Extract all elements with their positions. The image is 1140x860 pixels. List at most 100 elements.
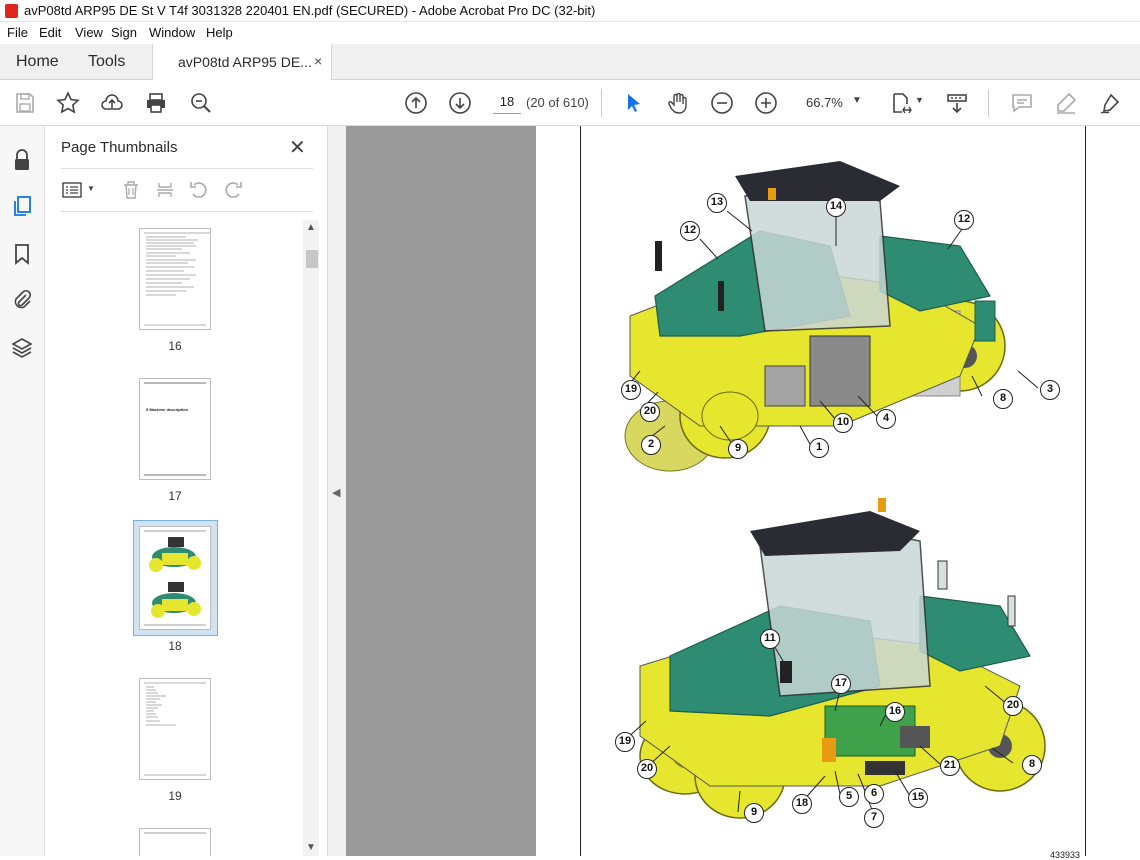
scrollbar-thumb[interactable] bbox=[306, 250, 318, 268]
callout-label: 15 bbox=[908, 788, 928, 808]
thumbnail-text-preview bbox=[144, 682, 206, 776]
tab-document[interactable]: avP08td ARP95 DE... × bbox=[152, 44, 332, 81]
delete-page-icon[interactable] bbox=[120, 179, 142, 201]
thumbnail-text-preview bbox=[144, 232, 210, 326]
zoom-dropdown-chevron-icon[interactable]: ▼ bbox=[852, 95, 862, 106]
zoom-level-select[interactable]: 66.7% bbox=[806, 95, 843, 110]
callout-label: 1 bbox=[809, 438, 829, 458]
thumbnail-options-icon[interactable] bbox=[61, 179, 83, 201]
toolbar: (20 of 610) 66.7% ▼ ▼ bbox=[0, 80, 1140, 126]
hand-tool-icon[interactable] bbox=[666, 91, 690, 115]
thumbnail-toolbar: ▼ bbox=[61, 168, 313, 212]
callout-label: 20 bbox=[640, 402, 660, 422]
acrobat-logo-icon bbox=[5, 4, 18, 18]
thumbnail-figure-preview bbox=[144, 530, 206, 626]
machine-top-view bbox=[624, 161, 1006, 472]
tab-home[interactable]: Home bbox=[16, 53, 59, 71]
page-thumbnails-icon[interactable] bbox=[10, 194, 34, 218]
callout-label: 20 bbox=[637, 759, 657, 779]
bookmark-star-icon[interactable] bbox=[56, 91, 80, 115]
options-chevron-icon[interactable]: ▼ bbox=[87, 184, 95, 193]
page-thumbnails-panel: Page Thumbnails ✕ ▼ 16 5 Machine descrip… bbox=[45, 126, 327, 856]
panel-title: Page Thumbnails bbox=[61, 139, 178, 156]
page-fit-icon[interactable] bbox=[890, 91, 914, 115]
callout-label: 17 bbox=[831, 674, 851, 694]
callout-label: 19 bbox=[615, 732, 635, 752]
fit-dropdown-chevron-icon[interactable]: ▼ bbox=[915, 95, 924, 105]
menu-help[interactable]: Help bbox=[206, 25, 233, 40]
select-cursor-icon[interactable] bbox=[622, 91, 646, 115]
page-count: (20 of 610) bbox=[526, 95, 589, 110]
figure-reference: 433933 bbox=[1050, 850, 1081, 860]
tab-tools[interactable]: Tools bbox=[88, 53, 125, 71]
callout-label: 19 bbox=[621, 380, 641, 400]
window-title: avP08td ARP95 DE St V T4f 3031328 220401… bbox=[24, 3, 596, 18]
rotate-clockwise-icon[interactable] bbox=[222, 179, 244, 201]
thumbnail-page[interactable]: 5 Machine description bbox=[139, 378, 211, 480]
menu-bar: File Edit View Sign Window Help bbox=[0, 22, 1140, 44]
callout-label: 9 bbox=[744, 803, 764, 823]
callout-label: 16 bbox=[885, 702, 905, 722]
print-icon[interactable] bbox=[144, 91, 168, 115]
thumbnail-heading: 5 Machine description bbox=[146, 407, 189, 412]
zoom-out-icon[interactable] bbox=[710, 91, 734, 115]
menu-window[interactable]: Window bbox=[149, 25, 195, 40]
thumbnail-page[interactable] bbox=[139, 678, 211, 780]
highlight-pen-icon[interactable] bbox=[1054, 91, 1078, 115]
page-number-input[interactable] bbox=[493, 90, 521, 114]
callout-label: 14 bbox=[826, 197, 846, 217]
callout-label: 12 bbox=[954, 210, 974, 230]
callout-label: 2 bbox=[641, 435, 661, 455]
bookmarks-icon[interactable] bbox=[10, 242, 34, 266]
attachments-paperclip-icon[interactable] bbox=[10, 288, 34, 312]
share-upload-icon[interactable] bbox=[100, 91, 124, 115]
fill-sign-pen-icon[interactable] bbox=[1098, 91, 1122, 115]
callout-label: 7 bbox=[864, 808, 884, 828]
callout-label: 20 bbox=[1003, 696, 1023, 716]
menu-file[interactable]: File bbox=[7, 25, 28, 40]
callout-label: 3 bbox=[1040, 380, 1060, 400]
thumbnail-page-number: 18 bbox=[168, 639, 182, 653]
collapse-panel-icon[interactable]: ◀ bbox=[332, 486, 340, 499]
comment-icon[interactable] bbox=[1010, 91, 1034, 115]
thumbnails-scrollbar[interactable] bbox=[303, 220, 319, 856]
zoom-in-icon[interactable] bbox=[754, 91, 778, 115]
thumbnail-page-selected[interactable] bbox=[139, 526, 211, 630]
machine-illustration bbox=[624, 161, 1046, 819]
zoom-search-icon[interactable] bbox=[189, 91, 213, 115]
thumbnail-page[interactable] bbox=[139, 828, 211, 856]
panel-close-icon[interactable]: ✕ bbox=[289, 135, 306, 160]
callout-label: 21 bbox=[940, 756, 960, 776]
callout-label: 11 bbox=[760, 629, 780, 649]
tab-close-icon[interactable]: × bbox=[314, 53, 322, 69]
tab-bar: Home Tools avP08td ARP95 DE... × bbox=[0, 44, 1140, 81]
callout-label: 18 bbox=[792, 794, 812, 814]
left-rail bbox=[0, 126, 45, 856]
thumbnail-page[interactable] bbox=[139, 228, 211, 330]
rotate-counterclockwise-icon[interactable] bbox=[188, 179, 210, 201]
callout-label: 4 bbox=[876, 409, 896, 429]
lock-security-icon[interactable] bbox=[10, 148, 34, 172]
callout-label: 10 bbox=[833, 413, 853, 433]
save-icon[interactable] bbox=[13, 91, 37, 115]
callout-label: 5 bbox=[839, 787, 859, 807]
callout-label: 9 bbox=[728, 439, 748, 459]
callout-label: 12 bbox=[680, 221, 700, 241]
menu-view[interactable]: View bbox=[75, 25, 103, 40]
toolbar-divider bbox=[601, 89, 602, 117]
tab-document-label: avP08td ARP95 DE... bbox=[178, 54, 312, 70]
scroll-up-icon[interactable]: ▲ bbox=[306, 222, 316, 233]
layers-icon[interactable] bbox=[10, 336, 34, 360]
scroll-mode-icon[interactable] bbox=[945, 91, 969, 115]
title-bar: avP08td ARP95 DE St V T4f 3031328 220401… bbox=[0, 0, 1140, 22]
toolbar-divider bbox=[988, 89, 989, 117]
callout-label: 6 bbox=[864, 784, 884, 804]
callout-label: 8 bbox=[993, 389, 1013, 409]
menu-sign[interactable]: Sign bbox=[111, 25, 137, 40]
menu-edit[interactable]: Edit bbox=[39, 25, 61, 40]
scroll-down-icon[interactable]: ▼ bbox=[306, 842, 316, 853]
next-page-icon[interactable] bbox=[448, 91, 472, 115]
previous-page-icon[interactable] bbox=[404, 91, 428, 115]
callout-label: 13 bbox=[707, 193, 727, 213]
extract-page-icon[interactable] bbox=[154, 179, 176, 201]
